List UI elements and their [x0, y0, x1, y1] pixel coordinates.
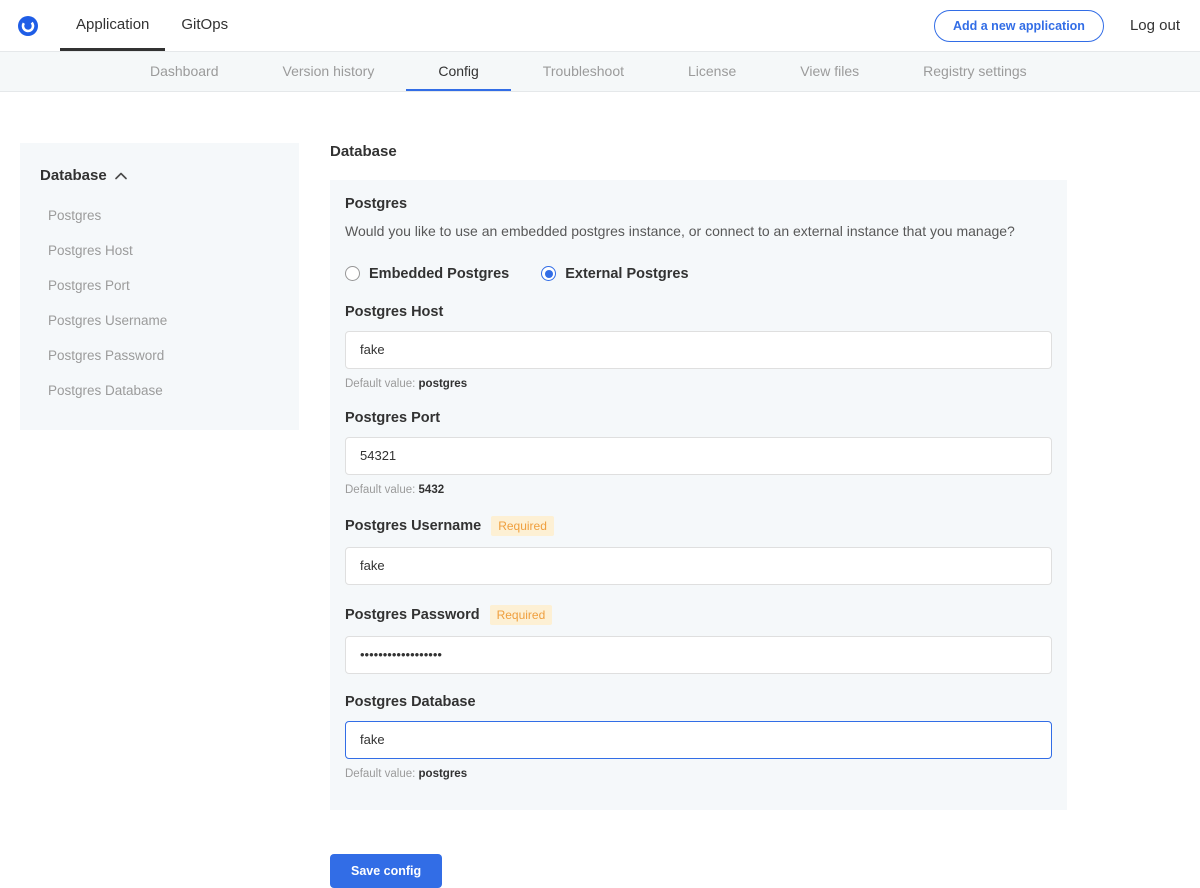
field-label: Postgres Password: [345, 607, 480, 623]
subnav-tab-view-files[interactable]: View files: [768, 52, 891, 91]
top-header: Application GitOps Add a new application…: [0, 0, 1200, 52]
radio-selected-icon: [541, 266, 556, 281]
radio-label: External Postgres: [565, 266, 688, 282]
postgres-username-input[interactable]: [345, 547, 1052, 585]
field-label: Postgres Username: [345, 518, 481, 534]
config-sidebar: Database Postgres Postgres Host Postgres…: [20, 143, 299, 430]
sidebar-item-postgres-password[interactable]: Postgres Password: [40, 338, 279, 373]
subnav-tab-config[interactable]: Config: [406, 52, 510, 91]
postgres-host-input[interactable]: [345, 331, 1052, 369]
required-badge: Required: [491, 516, 554, 536]
subnav-tab-version-history[interactable]: Version history: [251, 52, 407, 91]
add-application-button[interactable]: Add a new application: [934, 10, 1104, 42]
subnav-tab-dashboard[interactable]: Dashboard: [118, 52, 251, 91]
field-postgres-password: Postgres Password Required: [345, 605, 1052, 674]
field-label: Postgres Database: [345, 694, 476, 710]
header-actions: Add a new application Log out: [934, 10, 1186, 42]
field-postgres-username: Postgres Username Required: [345, 516, 1052, 585]
postgres-database-input[interactable]: [345, 721, 1052, 759]
required-badge: Required: [490, 605, 553, 625]
radio-embedded-postgres[interactable]: Embedded Postgres: [345, 266, 509, 282]
app-subnav: Dashboard Version history Config Trouble…: [0, 52, 1200, 92]
radio-label: Embedded Postgres: [369, 266, 509, 282]
subnav-tab-license[interactable]: License: [656, 52, 768, 91]
sidebar-group-label: Database: [40, 167, 107, 184]
default-value-hint: Default value: postgres: [345, 768, 1052, 780]
postgres-password-input[interactable]: [345, 636, 1052, 674]
app-logo-icon: [18, 16, 38, 36]
sidebar-item-postgres-host[interactable]: Postgres Host: [40, 233, 279, 268]
postgres-config-group: Postgres Would you like to use an embedd…: [330, 180, 1067, 810]
field-postgres-port: Postgres Port Default value: 5432: [345, 410, 1052, 496]
postgres-mode-radio-group: Embedded Postgres External Postgres: [345, 266, 1052, 282]
radio-external-postgres[interactable]: External Postgres: [541, 266, 688, 282]
subnav-tab-registry-settings[interactable]: Registry settings: [891, 52, 1058, 91]
sidebar-item-postgres[interactable]: Postgres: [40, 198, 279, 233]
top-nav: Application GitOps: [60, 0, 244, 51]
save-config-button[interactable]: Save config: [330, 854, 442, 888]
default-value-hint: Default value: 5432: [345, 484, 1052, 496]
sidebar-group-database[interactable]: Database: [40, 167, 279, 184]
field-postgres-database: Postgres Database Default value: postgre…: [345, 694, 1052, 780]
tab-application[interactable]: Application: [60, 0, 165, 51]
field-postgres-host: Postgres Host Default value: postgres: [345, 304, 1052, 390]
config-main: Database Postgres Would you like to use …: [330, 143, 1067, 888]
section-title: Database: [330, 143, 1067, 160]
field-label: Postgres Port: [345, 410, 440, 426]
postgres-port-input[interactable]: [345, 437, 1052, 475]
tab-gitops[interactable]: GitOps: [165, 0, 244, 51]
subnav-tab-troubleshoot[interactable]: Troubleshoot: [511, 52, 656, 91]
sidebar-item-postgres-database[interactable]: Postgres Database: [40, 373, 279, 408]
sidebar-item-postgres-port[interactable]: Postgres Port: [40, 268, 279, 303]
logout-link[interactable]: Log out: [1130, 17, 1186, 34]
sidebar-item-postgres-username[interactable]: Postgres Username: [40, 303, 279, 338]
default-value-hint: Default value: postgres: [345, 378, 1052, 390]
group-help-text: Would you like to use an embedded postgr…: [345, 222, 1052, 242]
config-page: Database Postgres Postgres Host Postgres…: [0, 92, 1200, 888]
radio-unselected-icon: [345, 266, 360, 281]
chevron-up-icon: [115, 167, 127, 184]
field-label: Postgres Host: [345, 304, 443, 320]
group-title: Postgres: [345, 196, 1052, 212]
